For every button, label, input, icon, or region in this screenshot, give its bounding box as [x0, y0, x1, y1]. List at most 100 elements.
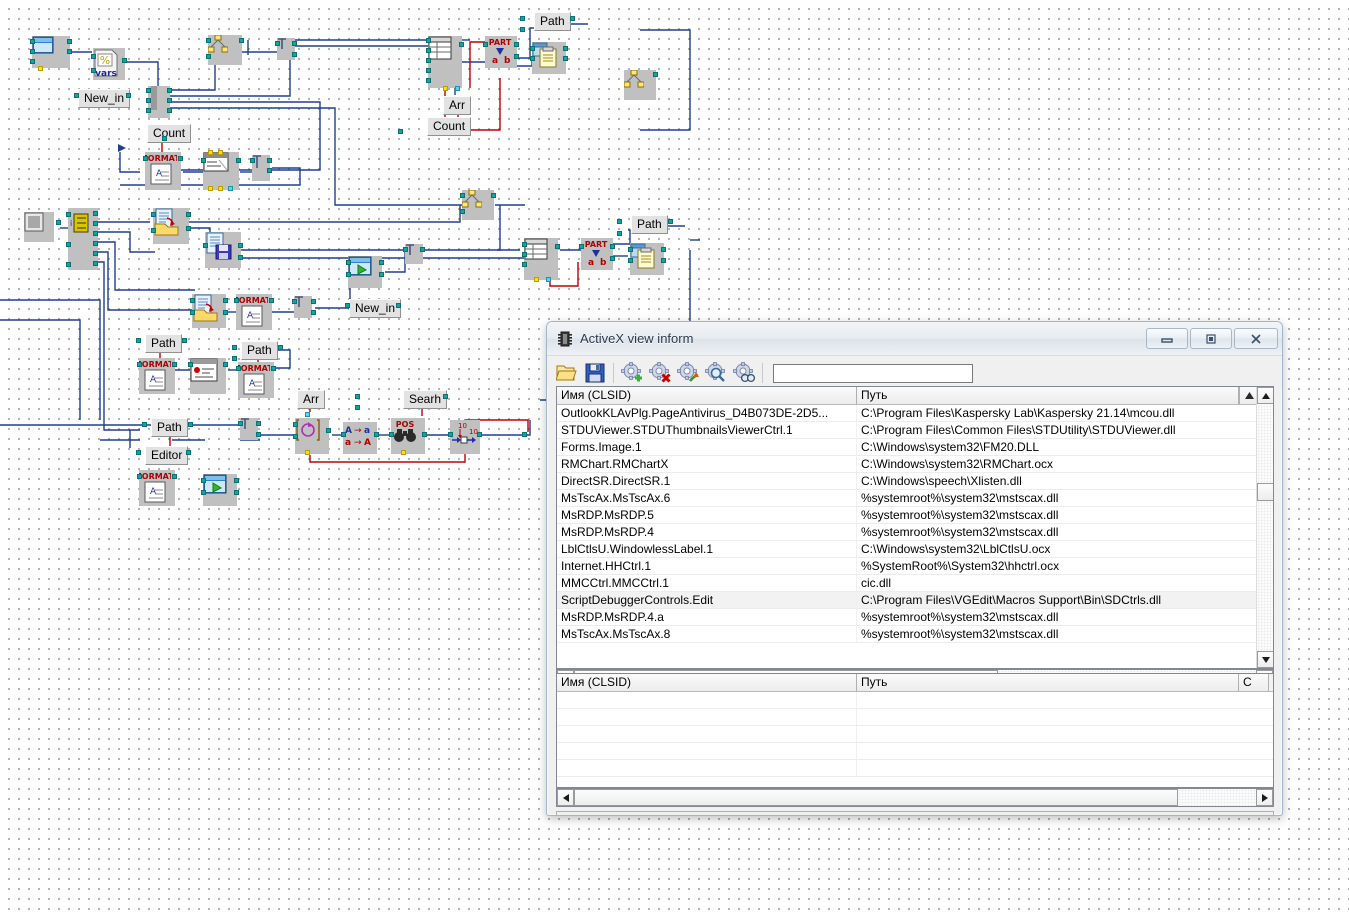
port[interactable] [203, 243, 208, 248]
port[interactable] [530, 56, 535, 61]
port[interactable] [201, 478, 206, 483]
port-cyan[interactable] [228, 186, 233, 191]
node-loop[interactable] [295, 418, 329, 454]
activex-view-window[interactable]: ActiveX view inform Имя (CLSID) Путь Out… [546, 321, 1283, 816]
port[interactable] [346, 260, 351, 265]
port[interactable] [522, 432, 527, 437]
port[interactable] [555, 244, 560, 249]
diagram-label[interactable]: Count [427, 117, 472, 136]
port[interactable] [522, 262, 527, 267]
port[interactable] [186, 226, 191, 231]
scroll-thumb[interactable] [1257, 483, 1273, 501]
port[interactable] [610, 244, 615, 249]
port[interactable] [93, 251, 98, 256]
list-body[interactable]: OutlookKLAvPlg.PageAntivirus_D4B073DE-2D… [557, 405, 1273, 643]
table-row[interactable]: STDUViewer.STDUThumbnailsViewerCtrl.1 C:\… [557, 422, 1273, 439]
port[interactable] [182, 338, 187, 343]
port[interactable] [460, 193, 465, 198]
port[interactable] [162, 136, 167, 141]
table-row[interactable] [557, 760, 1273, 777]
port[interactable] [256, 421, 261, 426]
port[interactable] [93, 241, 98, 246]
port[interactable] [345, 303, 350, 308]
port[interactable] [443, 394, 448, 399]
close-button[interactable] [1234, 328, 1278, 349]
port[interactable] [563, 46, 568, 51]
port[interactable] [426, 48, 431, 53]
port[interactable] [426, 58, 431, 63]
column-header-path[interactable]: Путь [857, 674, 1239, 691]
table-row[interactable]: Forms.Image.1 C:\Windows\system32\FM20.DL… [557, 439, 1273, 456]
port[interactable] [239, 38, 244, 43]
port[interactable] [355, 394, 360, 399]
port[interactable] [136, 338, 141, 343]
node-format-a[interactable]: FORMAT A [145, 152, 181, 190]
table-row[interactable]: MsRDP.MsRDP.4 %systemroot%\system32\mstsc… [557, 524, 1273, 541]
port[interactable] [278, 345, 283, 350]
port[interactable] [448, 432, 453, 437]
table-row[interactable]: OutlookKLAvPlg.PageAntivirus_D4B073DE-2D… [557, 405, 1273, 422]
port[interactable] [355, 405, 360, 410]
port[interactable] [570, 16, 575, 21]
node-window-run[interactable] [348, 256, 382, 288]
port[interactable] [188, 422, 193, 427]
port[interactable] [514, 42, 519, 47]
port-cyan[interactable] [305, 412, 310, 417]
port[interactable] [379, 272, 384, 277]
diagram-label[interactable]: Searh [403, 390, 448, 409]
port[interactable] [341, 432, 346, 437]
port[interactable] [201, 158, 206, 163]
port[interactable] [66, 242, 71, 247]
window-titlebar[interactable]: ActiveX view inform [547, 322, 1282, 356]
port[interactable] [234, 490, 239, 495]
node-file-open-2[interactable] [192, 294, 226, 328]
find-button[interactable] [702, 360, 730, 386]
port[interactable] [292, 52, 297, 57]
node-format-d[interactable]: FORMAT A [238, 362, 274, 398]
port-yellow[interactable] [305, 450, 310, 455]
port[interactable] [56, 220, 61, 225]
window-toolbar[interactable] [547, 356, 1282, 388]
port[interactable] [610, 256, 615, 261]
port[interactable] [178, 156, 183, 161]
node-clipboard-copy-2[interactable] [630, 243, 664, 275]
node-part-split-2[interactable]: PART a b [581, 238, 613, 270]
port[interactable] [146, 98, 151, 103]
node-number-convert[interactable]: 10 10 [450, 420, 480, 454]
port[interactable] [661, 247, 666, 252]
port[interactable] [67, 39, 72, 44]
diagram-label[interactable]: New_in [78, 89, 131, 108]
table-row[interactable] [557, 709, 1273, 726]
port-yellow[interactable] [208, 150, 213, 155]
port[interactable] [206, 38, 211, 43]
column-header-third[interactable]: C [1239, 674, 1269, 691]
vertical-scrollbar[interactable] [1256, 387, 1273, 668]
port[interactable] [326, 428, 331, 433]
port[interactable] [396, 303, 401, 308]
port[interactable] [403, 247, 408, 252]
port[interactable] [398, 129, 403, 134]
port[interactable] [142, 422, 147, 427]
port-cyan[interactable] [455, 86, 460, 91]
table-row[interactable] [557, 726, 1273, 743]
port[interactable] [426, 38, 431, 43]
port[interactable] [628, 258, 633, 263]
node-format-c[interactable]: FORMAT A [139, 358, 175, 394]
port[interactable] [617, 231, 622, 236]
port[interactable] [661, 258, 666, 263]
node-clipboard-copy[interactable] [532, 42, 566, 74]
port[interactable] [74, 93, 79, 98]
port[interactable] [137, 474, 142, 479]
inspect-button[interactable] [730, 360, 758, 386]
node-part-split[interactable]: PART a b [485, 36, 517, 68]
port-yellow[interactable] [401, 450, 406, 455]
port[interactable] [190, 298, 195, 303]
port[interactable] [520, 16, 525, 21]
node-file-save[interactable] [205, 232, 241, 268]
port[interactable] [234, 298, 239, 303]
port[interactable] [311, 310, 316, 315]
node-network-b[interactable] [624, 70, 656, 100]
port[interactable] [93, 261, 98, 266]
port[interactable] [93, 221, 98, 226]
node-vars[interactable]: % vars [93, 48, 125, 80]
